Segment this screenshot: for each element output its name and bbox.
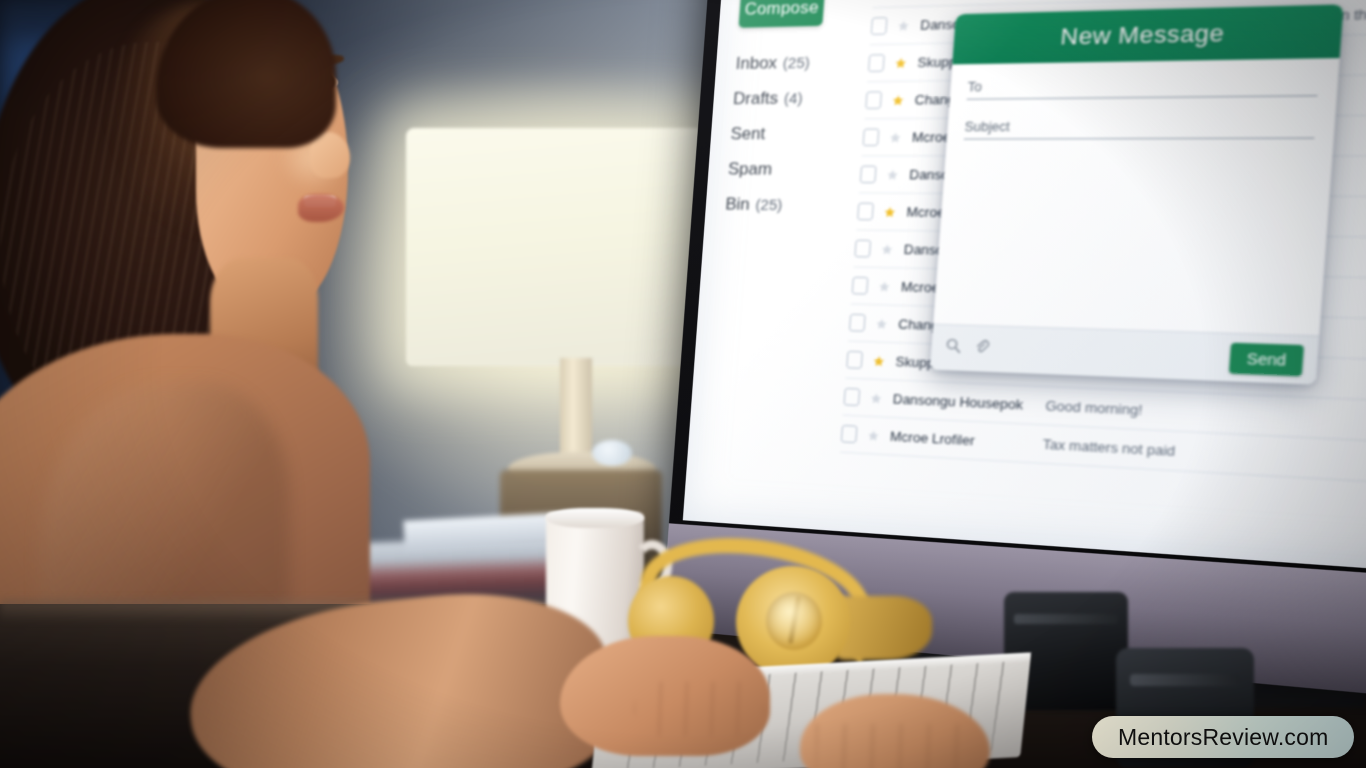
compose-fields: To Subject: [946, 58, 1340, 154]
star-icon[interactable]: [897, 19, 910, 32]
sidebar: Compose Inbox (25) Drafts (4) Sent Spam Bin (25…: [725, 0, 864, 216]
folder-list: Inbox (25) Drafts (4) Sent Spam Bin (25): [725, 52, 859, 216]
select-checkbox[interactable]: [865, 91, 883, 110]
select-checkbox[interactable]: [848, 313, 866, 332]
to-field[interactable]: To: [966, 69, 1320, 100]
select-checkbox[interactable]: [859, 165, 877, 184]
folder-name: Inbox: [735, 53, 778, 74]
folder-count: (25): [782, 54, 811, 73]
folder-name: Bin: [724, 194, 751, 214]
star-icon[interactable]: [875, 317, 888, 330]
watermark-badge: MentorsReview.com: [1092, 716, 1355, 758]
lamp-trinket: [592, 440, 632, 466]
sidebar-item-sent[interactable]: Sent: [730, 123, 854, 144]
star-icon[interactable]: [889, 131, 902, 143]
folder-count: (4): [783, 90, 804, 108]
star-icon[interactable]: [894, 56, 907, 69]
select-checkbox[interactable]: [843, 387, 861, 407]
monitor-screen: Email Compose Inbox(25)Drafts(4)SentSpam…: [682, 0, 1366, 573]
select-checkbox[interactable]: [857, 202, 874, 221]
mail-preview: Tax matters not paid: [1042, 436, 1176, 460]
star-icon[interactable]: [872, 354, 885, 367]
select-checkbox[interactable]: [862, 128, 880, 147]
star-icon[interactable]: [878, 280, 891, 293]
select-checkbox[interactable]: [851, 276, 869, 295]
mug-rim: [546, 508, 644, 528]
hair-front: [156, 0, 336, 148]
mail-sender: Dansongu Housepok: [892, 390, 1024, 413]
send-button[interactable]: Send: [1229, 342, 1305, 376]
star-icon[interactable]: [883, 205, 896, 218]
message-body-input[interactable]: [933, 154, 1332, 335]
sidebar-item-spam[interactable]: Spam: [727, 159, 851, 180]
mail-timestamp: 5 Mar: [1361, 453, 1366, 473]
star-icon[interactable]: [867, 429, 880, 442]
subject-field[interactable]: Subject: [963, 111, 1317, 140]
mail-preview: Good morning!: [1044, 397, 1143, 419]
star-icon[interactable]: [880, 243, 893, 256]
select-checkbox[interactable]: [867, 54, 885, 72]
lamp-neck: [560, 358, 592, 466]
sidebar-item-inbox[interactable]: Inbox (25): [735, 52, 859, 74]
select-checkbox[interactable]: [854, 239, 872, 258]
compose-button[interactable]: Compose: [738, 0, 826, 28]
select-checkbox[interactable]: [840, 424, 858, 444]
folder-count: (25): [754, 196, 783, 215]
folder-name: Sent: [730, 123, 766, 144]
mail-sender: Mcroe Lrofiler: [889, 428, 976, 449]
search-icon[interactable]: [943, 336, 963, 360]
left-hand: [560, 636, 770, 756]
star-icon[interactable]: [891, 94, 904, 107]
photo-scene: Email Compose Inbox(25)Drafts(4)SentSpam…: [0, 0, 1366, 768]
select-checkbox[interactable]: [870, 17, 888, 35]
compose-dialog: New Message To Subject Send: [929, 4, 1344, 385]
select-checkbox[interactable]: [846, 350, 863, 369]
star-icon[interactable]: [886, 168, 899, 180]
folder-name: Spam: [727, 159, 773, 179]
compose-dialog-title: New Message: [952, 4, 1344, 65]
toolbar-icons: [943, 336, 990, 361]
star-icon[interactable]: [869, 392, 882, 405]
headphones-band-tail: [836, 596, 932, 660]
sidebar-item-bin[interactable]: Bin (25): [725, 194, 849, 215]
sidebar-item-drafts[interactable]: Drafts (4): [733, 88, 857, 110]
watermark-text: MentorsReview.com: [1118, 723, 1329, 750]
folder-name: Drafts: [732, 88, 779, 109]
attachment-icon[interactable]: [972, 337, 990, 361]
